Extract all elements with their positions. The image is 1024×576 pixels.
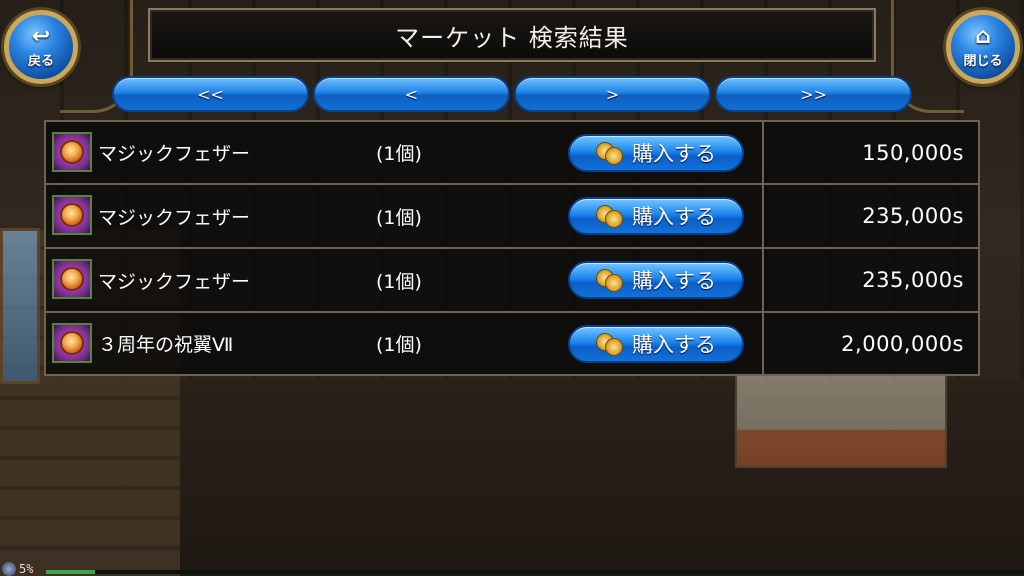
status-bar: 5% [0,562,1024,576]
result-row: マジックフェザー (1個) 購入する 235,000s [44,184,980,248]
item-quantity: (1個) [376,334,422,356]
buy-button[interactable]: 購入する [568,134,744,172]
anniversary-wing-icon[interactable] [52,323,92,363]
search-results-list: マジックフェザー (1個) 購入する 150,000s マジックフェザー (1個… [44,120,980,376]
magic-feather-icon[interactable] [52,259,92,299]
item-name: マジックフェザー [98,143,251,165]
result-row: マジックフェザー (1個) 購入する 150,000s [44,120,980,184]
pagination-bar: << < > >> [112,76,912,112]
price-cell: 2,000,000s [762,312,978,375]
progress-fill [46,570,95,574]
price-cell: 150,000s [762,121,978,184]
coin-icon [596,269,623,292]
item-price: 235,000s [862,268,964,292]
progress-track [46,570,1024,574]
return-arrow-icon: ↩ [31,23,51,49]
coin-icon [596,205,623,228]
item-quantity: (1個) [376,143,422,165]
back-button[interactable]: ↩ 戻る [4,10,78,84]
item-price: 150,000s [862,140,964,165]
next-page-button[interactable]: > [514,76,711,112]
home-icon: ⌂ [975,23,991,49]
price-cell: 235,000s [762,248,978,312]
buy-button-label: 購入する [632,333,716,357]
result-row: マジックフェザー (1個) 購入する 235,000s [44,248,980,312]
coin-icon [596,333,623,356]
item-price: 2,000,000s [841,331,964,356]
item-quantity: (1個) [376,206,422,229]
page-title: マーケット 検索結果 [395,23,629,52]
progress-percent: 5% [19,562,34,576]
globe-icon [2,562,16,576]
title-bar: マーケット 検索結果 [148,8,876,62]
coin-icon [596,142,623,165]
first-page-button[interactable]: << [112,76,309,112]
buy-button[interactable]: 購入する [568,325,744,363]
magic-feather-icon[interactable] [52,132,92,172]
item-name: マジックフェザー [98,206,251,229]
item-name: ３周年の祝翼Ⅶ [98,334,234,356]
buy-button-label: 購入する [632,205,716,229]
price-cell: 235,000s [762,184,978,248]
item-price: 235,000s [862,204,964,228]
prev-page-button[interactable]: < [313,76,510,112]
result-row: ３周年の祝翼Ⅶ (1個) 購入する 2,000,000s [44,312,980,376]
buy-button-label: 購入する [632,142,716,166]
last-page-button[interactable]: >> [715,76,912,112]
close-button-label: 閉じる [963,53,1003,69]
magic-feather-icon[interactable] [52,195,92,235]
background-painting [0,228,40,384]
background-poster [735,372,947,468]
buy-button[interactable]: 購入する [568,197,744,235]
item-quantity: (1個) [376,270,422,293]
back-button-label: 戻る [27,53,54,69]
buy-button-label: 購入する [632,269,716,293]
close-button[interactable]: ⌂ 閉じる [946,10,1020,84]
item-name: マジックフェザー [98,270,251,293]
buy-button[interactable]: 購入する [568,261,744,299]
